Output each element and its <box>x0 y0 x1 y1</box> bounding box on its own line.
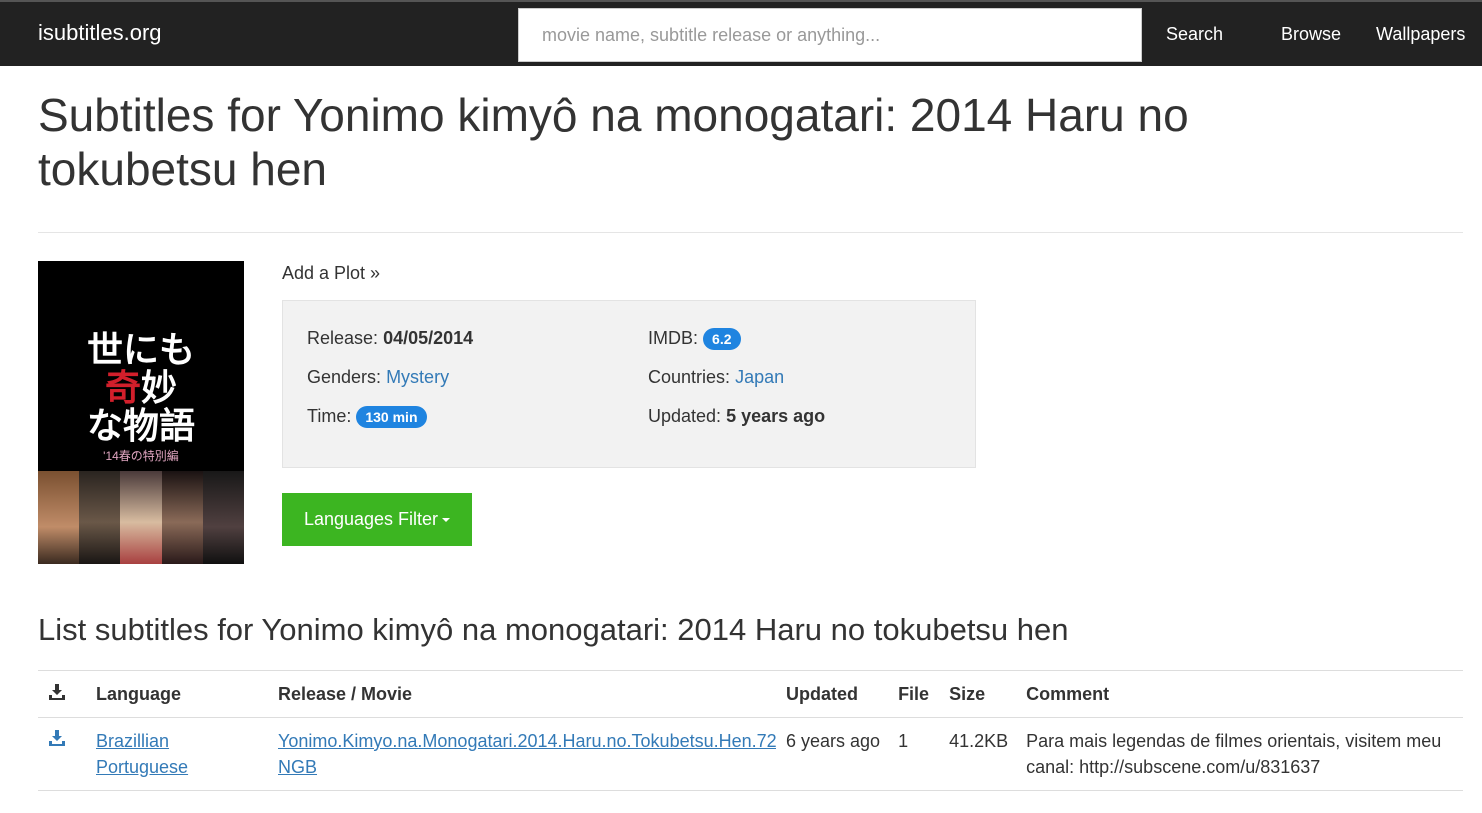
time-info: Time: 130 min <box>307 406 427 429</box>
column-header-file: File <box>888 670 940 718</box>
release-date: 04/05/2014 <box>383 328 474 348</box>
movie-info-panel: Release: 04/05/2014 IMDB: 6.2 Genders: M… <box>282 300 976 468</box>
updated-info: Updated: 5 years ago <box>648 406 826 426</box>
brand-logo-link[interactable]: isubtitles.org <box>38 20 162 46</box>
language-cell: Brazillian Portuguese <box>86 717 268 791</box>
caret-down-icon <box>442 518 451 523</box>
comment-cell: Para mais legendas de filmes orientais, … <box>1016 717 1463 791</box>
poster-title-art: 世にも 奇妙 な物語 <box>86 329 195 447</box>
nav-wallpapers-link[interactable]: Wallpapers <box>1376 24 1465 45</box>
size-cell: 41.2KB <box>939 717 1017 791</box>
language-link[interactable]: Brazillian Portuguese <box>96 731 188 777</box>
genders-info: Genders: Mystery <box>307 367 450 387</box>
download-cell <box>38 717 86 791</box>
countries-info: Countries: Japan <box>648 367 785 387</box>
runtime-badge: 130 min <box>356 406 427 429</box>
file-cell: 1 <box>888 717 940 791</box>
navbar: isubtitles.org Search Browse Wallpapers <box>0 0 1482 66</box>
updated-value: 5 years ago <box>726 406 826 426</box>
divider <box>38 232 1463 233</box>
search-input[interactable] <box>518 8 1142 62</box>
column-header-language: Language <box>86 670 268 718</box>
release-link[interactable]: Yonimo.Kimyo.na.Monogatari.2014.Haru.no.… <box>278 731 776 777</box>
column-header-release: Release / Movie <box>268 670 776 718</box>
download-icon[interactable] <box>48 730 66 751</box>
release-cell: Yonimo.Kimyo.na.Monogatari.2014.Haru.no.… <box>268 717 776 791</box>
table-row: Brazillian Portuguese Yonimo.Kimyo.na.Mon… <box>38 717 1463 791</box>
search-button[interactable]: Search <box>1166 24 1223 45</box>
imdb-info: IMDB: 6.2 <box>648 328 741 351</box>
add-plot-link[interactable]: Add a Plot » <box>282 263 380 284</box>
page-title: Subtitles for Yonimo kimyô na monogatari… <box>38 89 1189 195</box>
download-header-icon <box>38 670 86 718</box>
subtitle-list-title: List subtitles for Yonimo kimyô na monog… <box>38 612 1069 647</box>
column-header-comment: Comment <box>1016 670 1463 718</box>
genre-link-mystery[interactable]: Mystery <box>386 367 449 387</box>
column-header-updated: Updated <box>776 670 889 718</box>
movie-poster: 世にも 奇妙 な物語 '14春の特別編 <box>38 261 244 564</box>
country-link-japan[interactable]: Japan <box>735 367 784 387</box>
poster-subtitle-art: '14春の特別編 <box>103 449 179 463</box>
nav-browse-link[interactable]: Browse <box>1281 24 1341 45</box>
languages-filter-button[interactable]: Languages Filter <box>282 493 472 546</box>
updated-cell: 6 years ago <box>776 717 889 791</box>
poster-cast-strip <box>38 471 244 564</box>
table-header-row: Language Release / Movie Updated File Si… <box>38 670 1463 718</box>
column-header-size: Size <box>939 670 1017 718</box>
release-info: Release: 04/05/2014 <box>307 328 474 348</box>
subtitles-table: Language Release / Movie Updated File Si… <box>38 670 1463 791</box>
imdb-rating-badge: 6.2 <box>703 328 741 351</box>
